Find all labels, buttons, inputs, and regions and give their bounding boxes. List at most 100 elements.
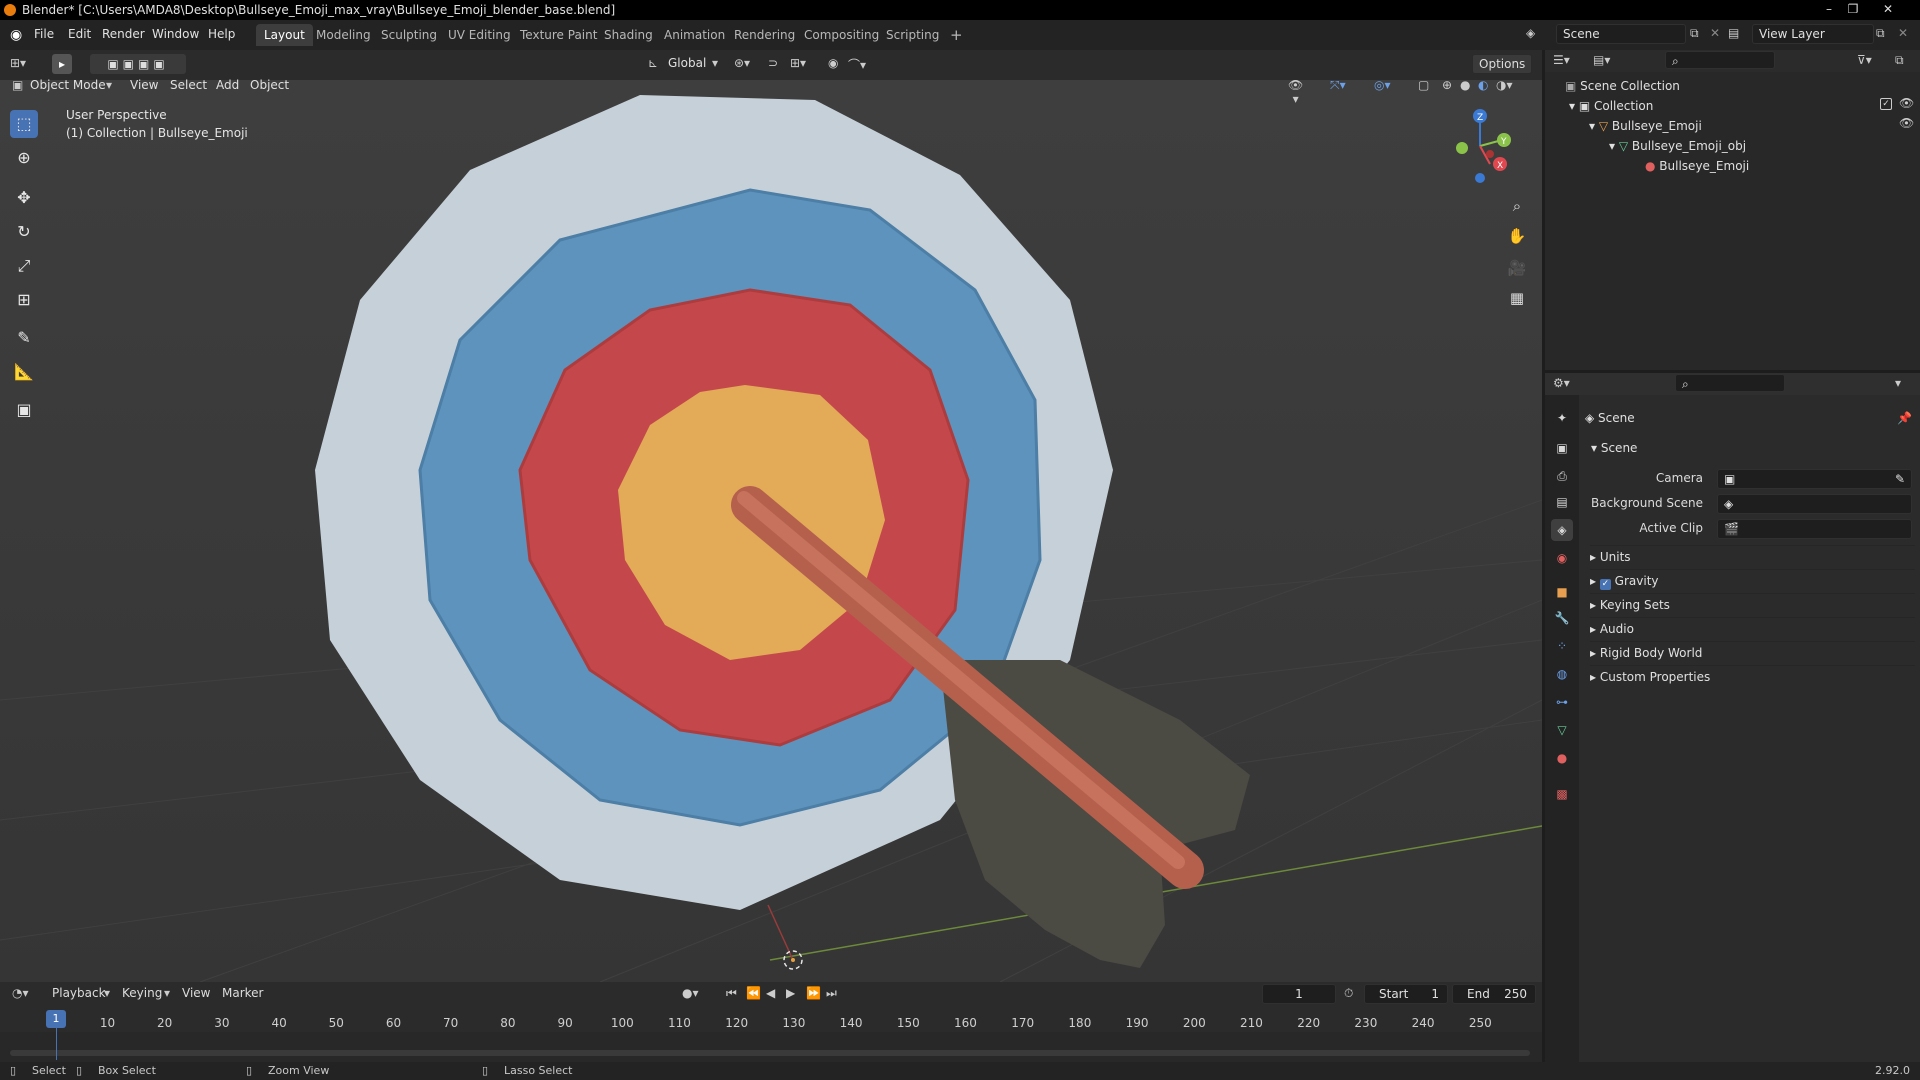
outliner-item-bullseye-emoji-obj[interactable]: ▾ ▽ Bullseye_Emoji_obj	[1609, 136, 1746, 156]
tab-sculpting[interactable]: Sculpting	[373, 24, 445, 46]
jump-next-keyframe-icon[interactable]: ⏩	[806, 986, 821, 1000]
output-tab-icon[interactable]: ⎙	[1551, 465, 1573, 487]
outliner-item-bullseye-emoji[interactable]: ▾ ▽ Bullseye_Emoji	[1589, 116, 1702, 136]
particles-tab-icon[interactable]: ⁘	[1551, 635, 1573, 657]
display-mode-icon[interactable]: ▤▾	[1593, 53, 1610, 67]
data-tab-icon[interactable]: ▽	[1551, 719, 1573, 741]
menu-window[interactable]: Window	[152, 27, 199, 41]
play-reverse-icon[interactable]: ◀	[766, 986, 775, 1000]
pan-hand-icon[interactable]: ✋	[1503, 222, 1531, 250]
scene-tab-icon[interactable]: ◈	[1551, 519, 1573, 541]
maximize-button[interactable]: ❐	[1842, 1, 1864, 18]
select-box-tool-icon[interactable]: ⬚	[10, 110, 38, 138]
current-frame-field[interactable]: 1	[1262, 984, 1336, 1004]
timeline-track-area[interactable]	[0, 1032, 1542, 1062]
tab-animation[interactable]: Animation	[656, 24, 733, 46]
overlays-icon[interactable]: ◎▾	[1374, 78, 1391, 92]
view-layer-tab-icon[interactable]: ▤	[1551, 491, 1573, 513]
material-tab-icon[interactable]: ●	[1551, 747, 1573, 769]
panel-custom-properties[interactable]: ▸ Custom Properties	[1590, 665, 1915, 687]
proportional-edit-icon[interactable]: ◉	[828, 56, 838, 70]
xray-icon[interactable]: ▢	[1418, 78, 1429, 92]
snap-target-icon[interactable]: ⊞▾	[790, 56, 806, 70]
frame-end-field[interactable]: End 250	[1452, 984, 1536, 1004]
jump-start-icon[interactable]: ⏮	[726, 986, 737, 1001]
eye-icon[interactable]: 👁	[1899, 96, 1914, 110]
menu-edit[interactable]: Edit	[68, 27, 91, 41]
menu-render[interactable]: Render	[102, 27, 145, 41]
view-layer-field[interactable]: View Layer	[1752, 24, 1874, 44]
zoom-icon[interactable]: ⌕	[1503, 192, 1531, 220]
outliner-item-collection[interactable]: ▾ ▣ Collection	[1569, 96, 1653, 116]
tab-layout[interactable]: Layout	[256, 24, 313, 46]
clock-icon[interactable]: ⏱	[1344, 986, 1353, 1001]
remove-scene-icon[interactable]: ✕	[1710, 26, 1720, 40]
tab-texture-paint[interactable]: Texture Paint	[512, 24, 605, 46]
snap-icon[interactable]: ⊃	[768, 56, 778, 70]
expand-arrow-icon[interactable]: ▾	[1569, 99, 1579, 113]
panel-rigid-body-world[interactable]: ▸ Rigid Body World	[1590, 641, 1915, 663]
menu-marker[interactable]: Marker	[222, 986, 263, 1000]
outliner-scene-collection[interactable]: ▣ Scene Collection	[1565, 76, 1680, 96]
exclude-checkbox[interactable]: ✓	[1880, 98, 1892, 110]
move-tool-icon[interactable]: ✥	[10, 184, 38, 212]
scale-tool-icon[interactable]: ⤢	[10, 252, 38, 280]
menu-view[interactable]: View	[130, 78, 158, 92]
tab-compositing[interactable]: Compositing	[796, 24, 887, 46]
new-collection-icon[interactable]: ⧉	[1895, 53, 1904, 68]
rotate-tool-icon[interactable]: ↻	[10, 218, 38, 246]
cursor-tool-icon[interactable]: ⊕	[10, 144, 38, 172]
shading-rendered-icon[interactable]: ◑▾	[1496, 78, 1513, 92]
panel-audio[interactable]: ▸ Audio	[1590, 617, 1915, 639]
object-tab-icon[interactable]: ■	[1551, 581, 1573, 603]
add-workspace-button[interactable]: +	[942, 24, 971, 46]
tool-tab-icon[interactable]: ✦	[1551, 407, 1573, 429]
render-tab-icon[interactable]: ▣	[1551, 437, 1573, 459]
tab-uv-editing[interactable]: UV Editing	[440, 24, 519, 46]
menu-file[interactable]: File	[34, 27, 54, 41]
new-scene-icon[interactable]: ⧉	[1690, 26, 1699, 41]
close-button[interactable]: ✕	[1868, 1, 1908, 18]
shading-solid-icon[interactable]: ●	[1460, 78, 1470, 92]
selection-mode-icons[interactable]: ▣▣▣▣	[90, 54, 186, 74]
menu-view[interactable]: View	[182, 986, 210, 1000]
camera-view-icon[interactable]: 🎥	[1503, 254, 1531, 282]
blender-menu-icon[interactable]: ◉	[10, 27, 22, 43]
chevron-down-icon[interactable]: ▾	[1895, 376, 1901, 390]
playhead[interactable]: 1	[46, 1010, 66, 1028]
gravity-checkbox[interactable]: ✓	[1599, 579, 1611, 590]
outliner-item-material[interactable]: ● Bullseye_Emoji	[1645, 156, 1749, 176]
properties-search-input[interactable]: ⌕	[1675, 374, 1785, 392]
3d-viewport[interactable]: User Perspective (1) Collection | Bullse…	[0, 80, 1542, 982]
menu-help[interactable]: Help	[208, 27, 235, 41]
outliner-search-input[interactable]: ⌕	[1665, 51, 1775, 69]
timeline-ruler[interactable]: 10 20 30 40 50 60 70 80 90 100 110 120 130 140 150 160 1…	[0, 1010, 1542, 1032]
texture-tab-icon[interactable]: ▩	[1551, 783, 1573, 805]
object-mode-dropdown[interactable]: Object Mode	[30, 78, 106, 92]
scene-name-field[interactable]: Scene	[1556, 24, 1686, 44]
eyedropper-icon[interactable]: ✎	[1895, 470, 1905, 488]
menu-playback[interactable]: Playback	[52, 986, 106, 1000]
scene-section-header[interactable]: ▾ Scene	[1591, 441, 1637, 455]
expand-arrow-icon[interactable]: ▾	[1609, 139, 1619, 153]
gizmos-icon[interactable]: ⤧▾	[1330, 78, 1346, 93]
world-tab-icon[interactable]: ◉	[1551, 547, 1573, 569]
background-scene-field[interactable]: ◈	[1717, 494, 1912, 514]
eye-icon[interactable]: 👁	[1899, 116, 1914, 130]
falloff-icon[interactable]: ⌒▾	[848, 56, 866, 73]
tab-rendering[interactable]: Rendering	[726, 24, 803, 46]
panel-keying-sets[interactable]: ▸ Keying Sets	[1590, 593, 1915, 615]
editor-type-icon[interactable]: ◔▾	[12, 986, 29, 1000]
timeline-scrollbar[interactable]	[10, 1050, 1530, 1056]
active-clip-field[interactable]: 🎬	[1717, 519, 1912, 539]
visibility-icon[interactable]: 👁▾	[1288, 78, 1303, 106]
constraints-tab-icon[interactable]: ⊶	[1551, 691, 1573, 713]
navigation-gizmo[interactable]: Z Y X	[1440, 106, 1520, 186]
annotate-tool-icon[interactable]: ✎	[10, 324, 38, 352]
remove-view-layer-icon[interactable]: ✕	[1898, 26, 1908, 40]
editor-type-icon[interactable]: ⊞▾	[10, 56, 26, 70]
new-view-layer-icon[interactable]: ⧉	[1876, 26, 1885, 41]
modifier-tab-icon[interactable]: 🔧	[1551, 607, 1573, 629]
tab-shading[interactable]: Shading	[596, 24, 661, 46]
panel-units[interactable]: ▸ Units	[1590, 545, 1915, 567]
